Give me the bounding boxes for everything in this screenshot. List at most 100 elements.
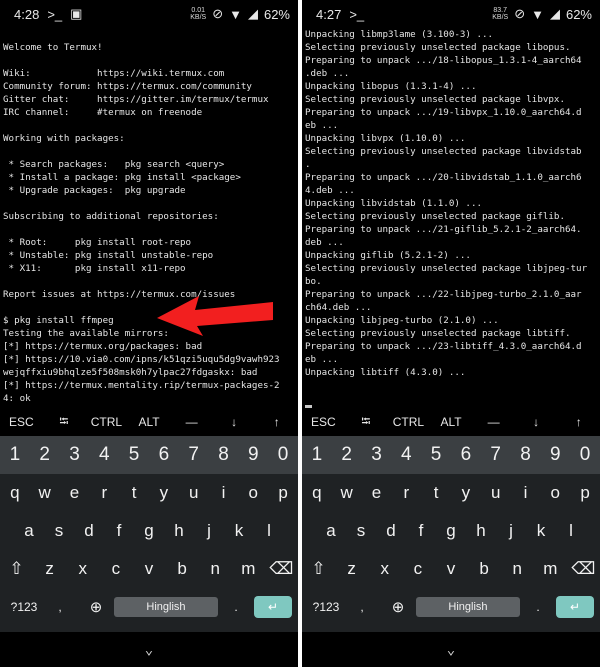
backspace-key[interactable]: ⌫ [567,559,600,579]
number-key[interactable]: 4 [89,444,119,466]
comma-key[interactable]: , [344,600,380,614]
number-key[interactable]: 4 [391,444,421,466]
number-key[interactable]: 2 [30,444,60,466]
period-key[interactable]: . [520,600,556,614]
letter-key[interactable]: h [164,521,194,541]
symbols-key[interactable]: ?123 [308,600,344,614]
letter-key[interactable]: o [238,483,268,503]
letter-key[interactable]: q [302,483,332,503]
number-key[interactable]: 6 [149,444,179,466]
backspace-key[interactable]: ⌫ [265,559,298,579]
letter-key[interactable]: z [33,559,66,579]
nav-back-icon[interactable]: ⌄ [145,642,153,658]
letter-key[interactable]: b [468,559,501,579]
letter-key[interactable]: p [570,483,600,503]
letter-key[interactable]: j [496,521,526,541]
letter-key[interactable]: p [268,483,298,503]
number-key[interactable]: 8 [209,444,239,466]
extra-key[interactable]: — [472,415,515,429]
letter-key[interactable]: u [481,483,511,503]
letter-key[interactable]: y [149,483,179,503]
number-key[interactable]: 3 [60,444,90,466]
letter-key[interactable]: i [511,483,541,503]
letter-key[interactable]: s [44,521,74,541]
terminal-output[interactable]: Welcome to Termux! Wiki: https://wiki.ter… [0,28,298,408]
letter-key[interactable]: c [99,559,132,579]
shift-key[interactable]: ⇧ [0,559,33,579]
letter-key[interactable]: r [89,483,119,503]
number-key[interactable]: 9 [540,444,570,466]
extra-key[interactable]: ESC [302,415,345,429]
letter-key[interactable]: t [119,483,149,503]
letter-key[interactable]: f [406,521,436,541]
letter-key[interactable]: n [501,559,534,579]
letter-key[interactable]: c [401,559,434,579]
letter-key[interactable]: x [368,559,401,579]
period-key[interactable]: . [218,600,254,614]
number-key[interactable]: 0 [570,444,600,466]
letter-key[interactable]: i [209,483,239,503]
letter-key[interactable]: l [556,521,586,541]
letter-key[interactable]: q [0,483,30,503]
letter-key[interactable]: z [335,559,368,579]
extra-key[interactable]: CTRL [387,415,430,429]
number-key[interactable]: 8 [511,444,541,466]
enter-key[interactable]: ↵ [556,596,594,618]
letter-key[interactable]: a [316,521,346,541]
number-key[interactable]: 7 [179,444,209,466]
letter-key[interactable]: l [254,521,284,541]
letter-key[interactable]: r [391,483,421,503]
nav-back-icon[interactable]: ⌄ [447,642,455,658]
number-key[interactable]: 6 [451,444,481,466]
letter-key[interactable]: w [332,483,362,503]
extra-key[interactable]: ⭾ [345,412,388,433]
letter-key[interactable]: n [199,559,232,579]
symbols-key[interactable]: ?123 [6,600,42,614]
letter-key[interactable]: g [134,521,164,541]
space-key[interactable]: Hinglish [416,597,520,617]
extra-key[interactable]: CTRL [85,415,128,429]
number-key[interactable]: 0 [268,444,298,466]
terminal-output[interactable]: Unpacking libmp3lame (3.100-3) ... Select… [302,28,600,408]
letter-key[interactable]: j [194,521,224,541]
letter-key[interactable]: v [434,559,467,579]
number-key[interactable]: 1 [302,444,332,466]
extra-key[interactable]: ⭾ [43,412,86,433]
letter-key[interactable]: t [421,483,451,503]
extra-key[interactable]: ↑ [255,415,298,429]
letter-key[interactable]: k [224,521,254,541]
number-key[interactable]: 1 [0,444,30,466]
number-key[interactable]: 3 [362,444,392,466]
extra-key[interactable]: ↓ [213,415,256,429]
extra-key[interactable]: ESC [0,415,43,429]
extra-key[interactable]: ↑ [557,415,600,429]
letter-key[interactable]: d [376,521,406,541]
letter-key[interactable]: y [451,483,481,503]
number-key[interactable]: 7 [481,444,511,466]
letter-key[interactable]: k [526,521,556,541]
number-key[interactable]: 2 [332,444,362,466]
letter-key[interactable]: u [179,483,209,503]
extra-key[interactable]: ↓ [515,415,558,429]
letter-key[interactable]: s [346,521,376,541]
number-key[interactable]: 5 [421,444,451,466]
letter-key[interactable]: e [60,483,90,503]
globe-icon[interactable]: ⊕ [78,598,114,616]
letter-key[interactable]: e [362,483,392,503]
letter-key[interactable]: g [436,521,466,541]
letter-key[interactable]: a [14,521,44,541]
letter-key[interactable]: m [534,559,567,579]
letter-key[interactable]: o [540,483,570,503]
number-key[interactable]: 9 [238,444,268,466]
letter-key[interactable]: h [466,521,496,541]
letter-key[interactable]: f [104,521,134,541]
comma-key[interactable]: , [42,600,78,614]
globe-icon[interactable]: ⊕ [380,598,416,616]
shift-key[interactable]: ⇧ [302,559,335,579]
extra-key[interactable]: ALT [430,415,473,429]
extra-key[interactable]: ALT [128,415,171,429]
letter-key[interactable]: w [30,483,60,503]
letter-key[interactable]: x [66,559,99,579]
letter-key[interactable]: v [132,559,165,579]
letter-key[interactable]: m [232,559,265,579]
